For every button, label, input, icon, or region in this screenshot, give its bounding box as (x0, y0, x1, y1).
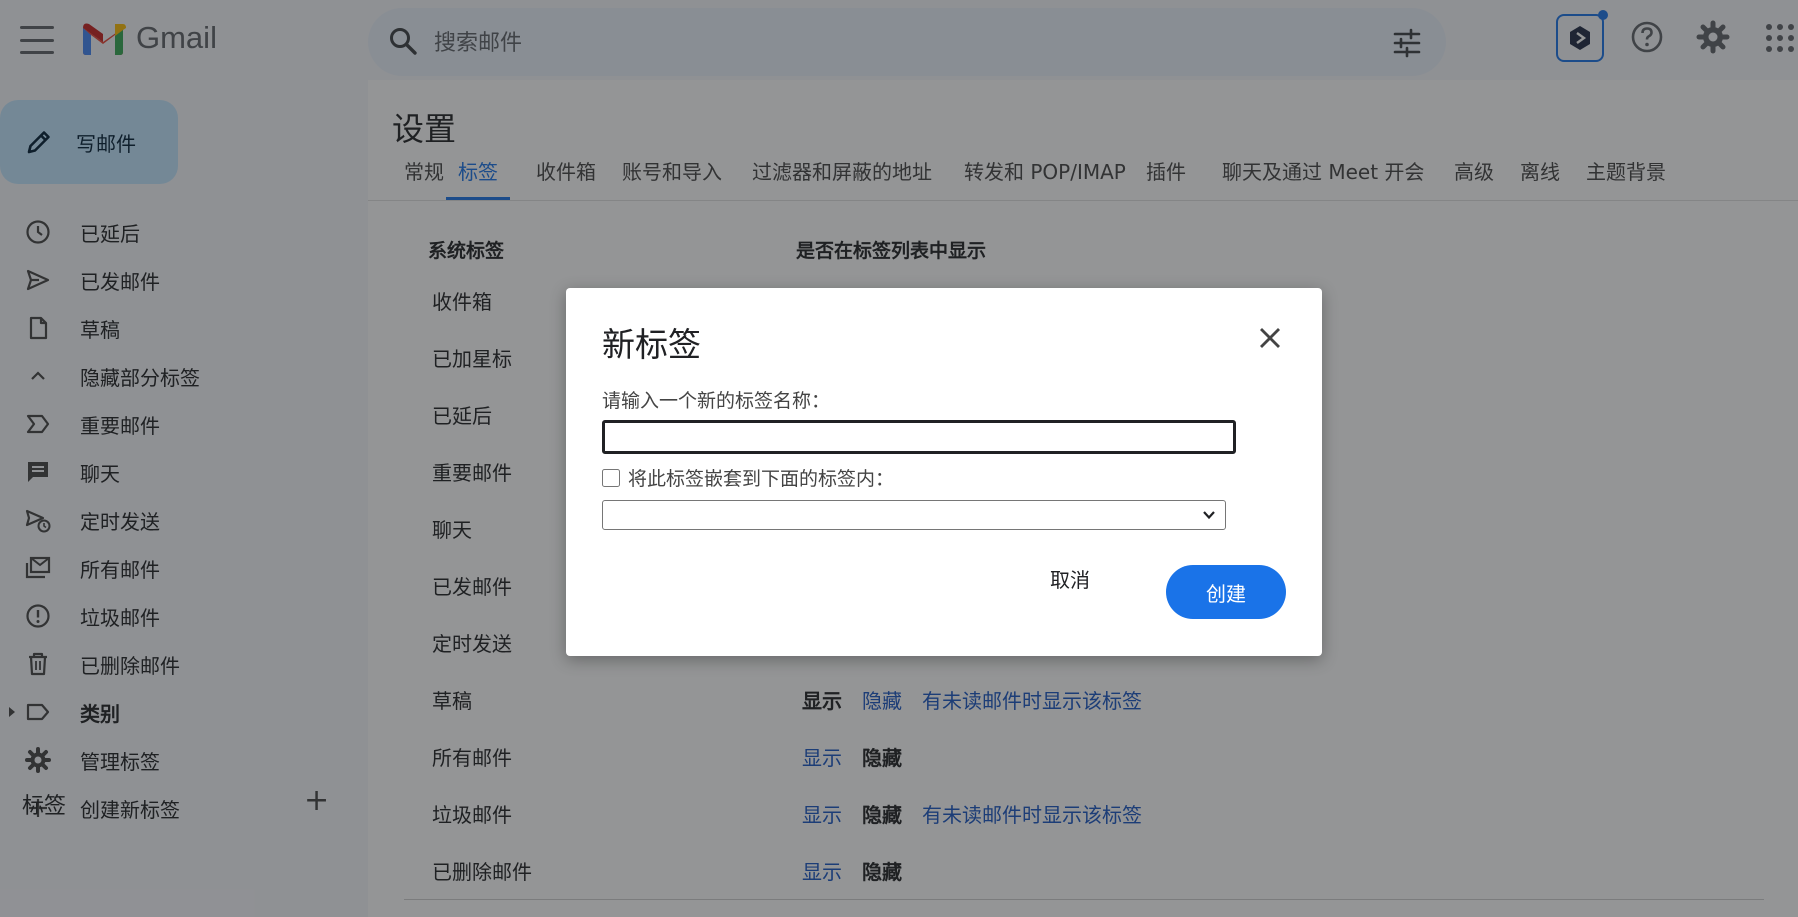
create-button[interactable]: 创建 (1166, 565, 1286, 619)
chevron-down-icon (1203, 511, 1215, 520)
nest-label-checkbox[interactable] (602, 468, 620, 487)
label-name-input[interactable] (602, 420, 1236, 454)
dialog-title: 新标签 (602, 325, 701, 364)
cancel-button[interactable]: 取消 (1050, 564, 1090, 593)
new-label-dialog: 新标签 请输入一个新的标签名称： 将此标签嵌套到下面的标签内： 取消 创建 (566, 288, 1322, 656)
label-name-prompt: 请输入一个新的标签名称： (602, 390, 831, 412)
parent-label-select[interactable] (602, 500, 1226, 530)
nest-label-text: 将此标签嵌套到下面的标签内： (628, 468, 895, 490)
close-icon[interactable] (1256, 324, 1284, 352)
nest-label-option[interactable]: 将此标签嵌套到下面的标签内： (602, 464, 894, 491)
